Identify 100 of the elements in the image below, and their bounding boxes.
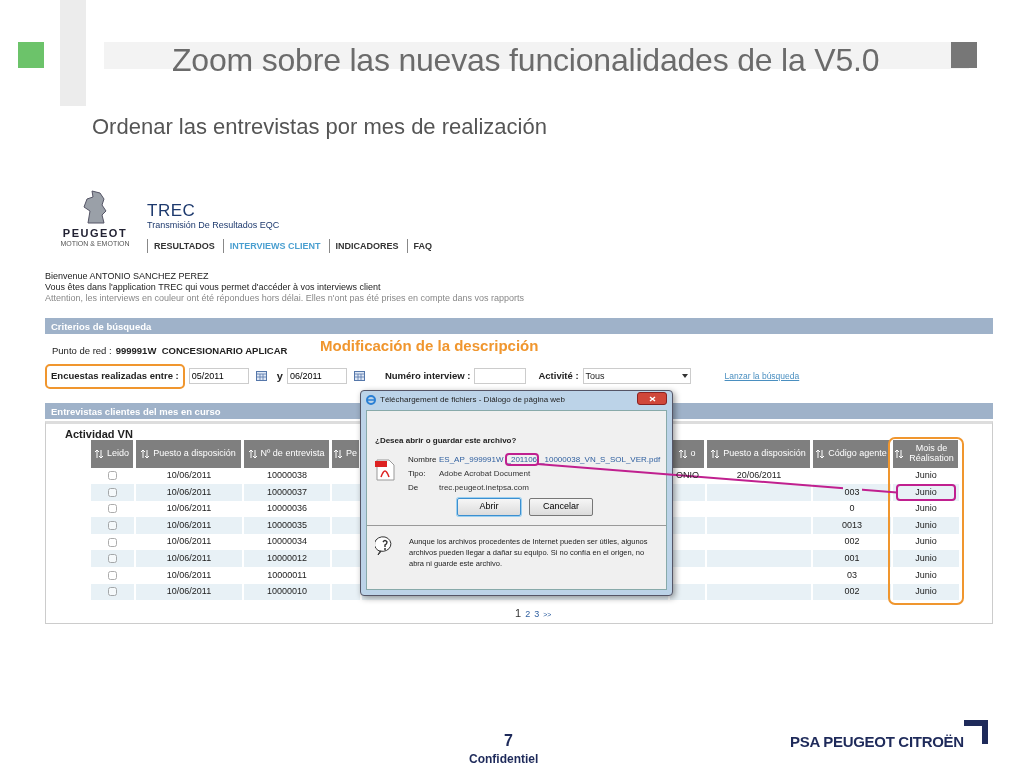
dialog-question: ¿Desea abrir o guardar este archivo? bbox=[375, 435, 518, 447]
checkbox[interactable] bbox=[108, 487, 117, 497]
footer-label: Confidentiel bbox=[469, 751, 539, 768]
close-button[interactable] bbox=[637, 392, 667, 405]
section-header: Criterios de búsqueda bbox=[45, 318, 993, 334]
sort-icon bbox=[711, 448, 720, 459]
table-cell: 003 bbox=[842, 486, 862, 497]
search-link[interactable]: Lanzar la búsqueda bbox=[724, 370, 800, 383]
page-number: 7 bbox=[504, 731, 513, 751]
field-label: Nombre bbox=[408, 454, 438, 466]
dialog-button[interactable]: Abrir bbox=[457, 498, 521, 516]
checkbox[interactable] bbox=[108, 570, 117, 580]
table-cell-text: 10/06/2011 bbox=[165, 569, 213, 580]
nav-link[interactable]: RESULTADOS bbox=[147, 238, 223, 253]
group-title: Actividad VN bbox=[65, 427, 134, 440]
chevron-logo-icon bbox=[962, 718, 990, 746]
sort-icon bbox=[95, 448, 103, 459]
table-cell: 002 bbox=[842, 586, 862, 597]
welcome-text: Vous êtes dans l'application TREC qui vous permet d'accéder à vos interviews client bbox=[45, 282, 382, 293]
sort-icon bbox=[678, 448, 687, 459]
table-cell-text: Junio bbox=[914, 503, 938, 514]
column-header[interactable]: Leido bbox=[91, 439, 134, 468]
annotation-text: Modificación de la descripción bbox=[320, 336, 539, 356]
table-cell-text: 10000038 bbox=[265, 470, 308, 481]
column-header[interactable]: Puesto a disposición bbox=[136, 439, 242, 468]
field-label: Numéro interview : bbox=[384, 369, 471, 384]
table-cell: Junio bbox=[913, 553, 939, 563]
column-header[interactable]: Pe bbox=[332, 439, 360, 468]
sort-icon bbox=[816, 448, 825, 459]
table-cell: 0013 bbox=[840, 519, 865, 530]
app-title: TREC bbox=[147, 202, 197, 219]
checkbox[interactable] bbox=[108, 520, 117, 530]
field-label: Punto de red : bbox=[52, 344, 112, 358]
table-cell: Junio bbox=[913, 519, 939, 530]
sort-icon bbox=[141, 448, 150, 459]
file-name-link[interactable]: ES_AP_999991W _201106 _10000038_VN_S_SOL_VER.pdf bbox=[439, 453, 661, 467]
table-cell: 10/06/2011 bbox=[164, 553, 214, 563]
field-label: Tipo: bbox=[408, 468, 427, 480]
checkbox[interactable] bbox=[108, 504, 117, 514]
calendar-icon bbox=[255, 371, 267, 382]
notice-text: Attention, les interviews en couleur ont été répondues hors délai. Elles n'ont pas été prises en compte dans vos rapports bbox=[45, 293, 525, 304]
column-header[interactable]: Mois de Réalisation bbox=[893, 439, 959, 468]
field-label: Activité : bbox=[538, 369, 579, 384]
field-value: trec.peugeot.inetpsa.com bbox=[439, 482, 529, 494]
welcome-text: Bienvenue ANTONIO SANCHEZ PEREZ bbox=[45, 271, 210, 282]
checkbox[interactable] bbox=[108, 471, 117, 481]
table-cell: Junio bbox=[898, 485, 954, 500]
table-cell: 001 bbox=[842, 553, 862, 563]
table-cell-text: 20/06/2011 bbox=[735, 470, 783, 481]
caret-icon bbox=[681, 374, 688, 379]
dealer-value: 999991W CONCESIONARIO APLICAR bbox=[115, 344, 288, 358]
brand-name: PEUGEOT bbox=[62, 228, 128, 239]
table-cell: 10000037 bbox=[264, 486, 309, 497]
slide-subtitle: Ordenar las entrevistas por mes de realización bbox=[92, 113, 547, 141]
table-cell-text: Junio bbox=[914, 536, 938, 547]
activity-select[interactable]: Tous bbox=[582, 368, 691, 385]
close-icon bbox=[648, 395, 656, 402]
column-header[interactable]: Puesto a disposición bbox=[707, 439, 811, 468]
field-value: Adobe Acrobat Document bbox=[439, 468, 531, 480]
page-link[interactable]: 2 bbox=[525, 608, 531, 622]
table-cell: 10000010 bbox=[264, 586, 309, 597]
nav-link[interactable]: INDICADORES bbox=[328, 238, 407, 253]
page-link[interactable]: 3 bbox=[534, 608, 540, 622]
dialog-button[interactable]: Cancelar bbox=[529, 498, 593, 516]
page-link[interactable]: 1 bbox=[515, 605, 522, 622]
table-cell-text: 002 bbox=[843, 536, 861, 547]
period-label: Encuestas realizadas entre : bbox=[45, 364, 185, 389]
table-cell: 10000035 bbox=[264, 519, 309, 530]
table-cell-text: 10/06/2011 bbox=[165, 470, 213, 481]
table-cell-text: Junio bbox=[914, 569, 938, 580]
column-header[interactable]: Nº de entrevista bbox=[244, 439, 330, 468]
browser-icon bbox=[366, 395, 376, 405]
table-cell-text: 10/06/2011 bbox=[165, 503, 213, 514]
checkbox[interactable] bbox=[108, 554, 117, 564]
calendar-icon bbox=[353, 371, 365, 382]
and-label: y bbox=[276, 369, 283, 385]
interview-field[interactable] bbox=[474, 368, 527, 385]
column-header[interactable]: Código agente bbox=[813, 439, 891, 468]
nav-link[interactable]: FAQ bbox=[406, 238, 441, 253]
table-cell: Junio bbox=[913, 586, 939, 597]
table-cell-text: 10/06/2011 bbox=[165, 536, 213, 547]
sort-icon bbox=[334, 448, 342, 459]
field-label: De bbox=[408, 482, 420, 494]
table-cell: 10/06/2011 bbox=[164, 486, 214, 497]
table-cell-text: 0 bbox=[848, 503, 856, 514]
date-field[interactable]: 06/2011 bbox=[286, 368, 347, 385]
sort-icon bbox=[895, 448, 903, 459]
table-cell-text: 03 bbox=[846, 569, 858, 580]
sort-icon bbox=[248, 448, 257, 459]
checkbox[interactable] bbox=[108, 587, 117, 597]
pdf-file-icon bbox=[374, 459, 396, 481]
checkbox[interactable] bbox=[108, 537, 117, 547]
table-cell: 10/06/2011 bbox=[164, 586, 214, 597]
date-field[interactable]: 05/2011 bbox=[188, 368, 249, 385]
table-cell-text: 10000034 bbox=[265, 536, 308, 547]
table-cell: 10/06/2011 bbox=[164, 519, 214, 530]
table-cell-text: Junio bbox=[914, 470, 938, 481]
table-cell-text: 10000011 bbox=[266, 569, 308, 580]
company-logo-text: PSA PEUGEOT CITROËN bbox=[790, 732, 964, 752]
table-cell: 10000012 bbox=[264, 553, 309, 563]
